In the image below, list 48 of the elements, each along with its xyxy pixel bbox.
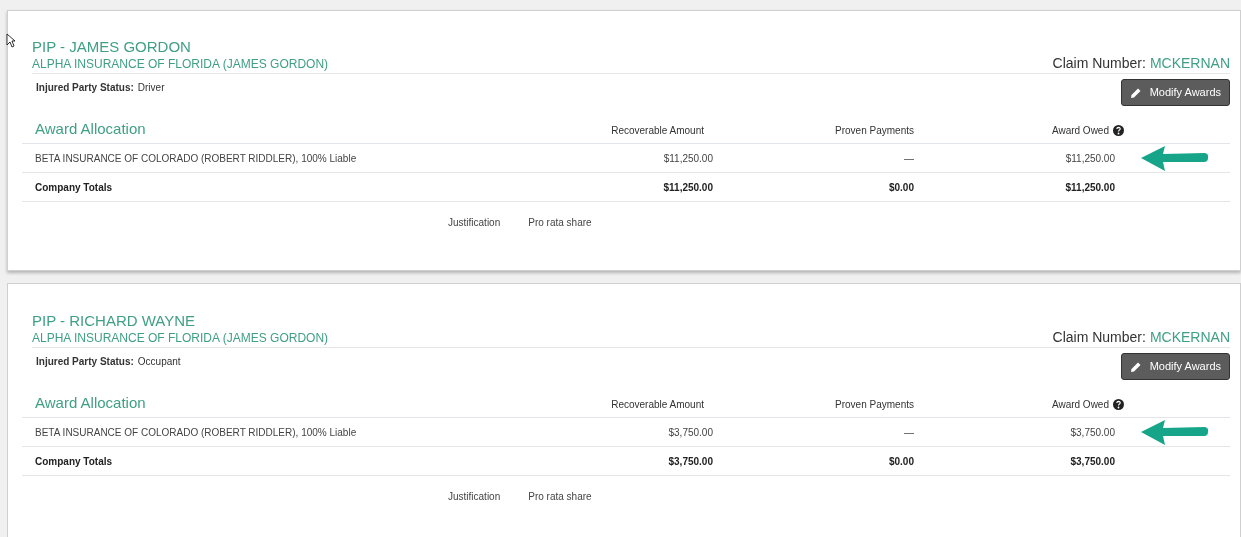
arrow-icon <box>1139 418 1211 446</box>
claim-value: MCKERNAN <box>1149 54 1230 72</box>
status-value: Occupant <box>137 355 181 369</box>
status-label: Injured Party Status: <box>36 81 134 95</box>
row-name: BETA INSURANCE OF COLORADO (ROBERT RIDDLER), 100% Liable <box>34 151 358 166</box>
column-header: Recoverable Amount <box>610 124 704 138</box>
modify-awards-button[interactable]: Modify Awards <box>1120 79 1230 106</box>
table-cell-text: $11,250.00 <box>662 151 713 166</box>
card-title: PIP - RICHARD WAYNE <box>32 311 197 331</box>
justification-value: Pro rata share <box>528 490 592 504</box>
table-cell-text: $3,750.00 <box>1069 454 1115 469</box>
modify-awards-button[interactable]: Modify Awards <box>1120 353 1230 380</box>
card-title: PIP - JAMES GORDON <box>32 37 192 57</box>
pencil-icon <box>1129 360 1142 373</box>
help-icon <box>1113 399 1124 410</box>
table-cell-text: $11,250.00 <box>1064 180 1115 195</box>
table-cell-text: $0.00 <box>887 180 914 195</box>
row-name: Company Totals <box>34 454 114 469</box>
column-header: Award Owed <box>914 123 1124 140</box>
status-label: Injured Party Status: <box>36 355 134 369</box>
section-heading: Award Allocation <box>34 118 147 139</box>
justification-label: Justification <box>448 216 501 230</box>
company-name: ALPHA INSURANCE OF FLORIDA (JAMES GORDON) <box>32 331 329 346</box>
table-cell-text: $0.00 <box>887 454 914 469</box>
table-cell-text: $3,750.00 <box>667 425 713 440</box>
section-heading: Award Allocation <box>34 392 147 413</box>
claim-label: Claim Number: <box>1052 328 1146 346</box>
justification-label: Justification <box>448 490 501 504</box>
row-name: Company Totals <box>34 180 114 195</box>
company-name: ALPHA INSURANCE OF FLORIDA (JAMES GORDON) <box>32 57 329 72</box>
table-cell-text: $3,750.00 <box>667 454 713 469</box>
arrow-icon <box>1139 144 1211 172</box>
status-value: Driver <box>137 81 165 95</box>
row-name: BETA INSURANCE OF COLORADO (ROBERT RIDDLER), 100% Liable <box>34 425 358 440</box>
claim-label: Claim Number: <box>1052 54 1146 72</box>
table-cell-text: — <box>903 151 914 166</box>
table-cell-text: — <box>903 425 914 440</box>
column-header: Proven Payments <box>834 124 914 138</box>
help-icon <box>1113 125 1124 136</box>
column-header: Award Owed <box>914 397 1124 414</box>
column-header: Proven Payments <box>834 398 914 412</box>
table-cell-text: $11,250.00 <box>1064 151 1115 166</box>
justification-value: Pro rata share <box>528 216 592 230</box>
table-cell-text: $11,250.00 <box>662 180 713 195</box>
table-cell-text: $3,750.00 <box>1069 425 1115 440</box>
pencil-icon <box>1129 86 1142 99</box>
claim-value: MCKERNAN <box>1149 328 1230 346</box>
column-header: Recoverable Amount <box>610 398 704 412</box>
